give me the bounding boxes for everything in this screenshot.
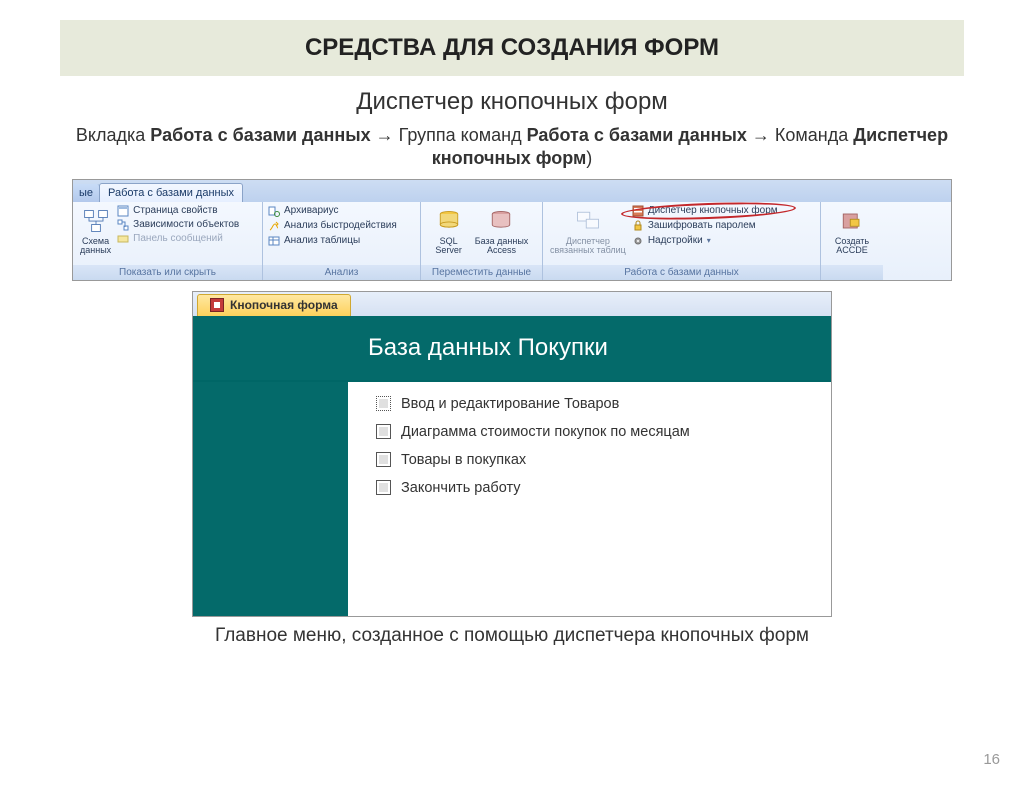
sql-server-icon: [435, 207, 463, 235]
path-text: Вкладка Работа с базами данных → Группа …: [30, 124, 994, 171]
properties-icon: [117, 205, 129, 217]
properties-label: Страница свойств: [133, 205, 217, 216]
path-p1: Вкладка: [76, 125, 150, 145]
access-button[interactable]: База данныхAccess: [473, 205, 531, 258]
form-sidebar: [193, 382, 348, 616]
checkbox-icon: [376, 452, 391, 467]
archivarius-icon: [268, 205, 280, 217]
form-menu: Ввод и редактирование Товаров Диаграмма …: [348, 382, 831, 616]
schema-label: Схемаданных: [80, 237, 111, 256]
ribbon-group-move: SQLServer База данныхAccess Переместить …: [421, 202, 543, 280]
perf-analysis-item[interactable]: Анализ быстродействия: [268, 220, 397, 232]
table-analysis-item[interactable]: Анализ таблицы: [268, 235, 397, 247]
chevron-down-icon: ▾: [707, 236, 711, 245]
access-icon: [487, 207, 515, 235]
form-tab[interactable]: Кнопочная форма: [197, 294, 351, 316]
menu-item-4-label: Закончить работу: [401, 480, 521, 496]
path-p3: → Команда: [747, 125, 853, 145]
group-move-label: Переместить данные: [421, 265, 542, 280]
menu-item-2[interactable]: Диаграмма стоимости покупок по месяцам: [376, 424, 831, 440]
accde-icon: [838, 207, 866, 235]
messages-icon: [117, 233, 129, 245]
path-p4: ): [586, 148, 592, 168]
archivarius-item[interactable]: Архивариус: [268, 205, 397, 217]
menu-item-4[interactable]: Закончить работу: [376, 480, 831, 496]
path-b1: Работа с базами данных: [150, 125, 370, 145]
encrypt-label: Зашифровать паролем: [648, 220, 756, 231]
group-show-label: Показать или скрыть: [73, 265, 262, 280]
menu-item-1[interactable]: Ввод и редактирование Товаров: [376, 396, 831, 412]
form-tab-icon: [210, 298, 224, 312]
accde-button[interactable]: СоздатьACCDE: [833, 205, 871, 258]
schema-icon: [82, 207, 110, 235]
linked-tables-label: Диспетчерсвязанных таблиц: [550, 237, 626, 256]
messages-label: Панель сообщений: [133, 233, 223, 244]
menu-item-1-label: Ввод и редактирование Товаров: [401, 396, 619, 412]
gear-icon: [632, 235, 644, 247]
subtitle: Диспетчер кнопочных форм: [0, 88, 1024, 116]
caption: Главное меню, созданное с помощью диспет…: [0, 625, 1024, 647]
dependencies-item[interactable]: Зависимости объектов: [117, 219, 239, 231]
perf-label: Анализ быстродействия: [284, 220, 397, 231]
perf-icon: [268, 220, 280, 232]
path-p2: → Группа команд: [371, 125, 527, 145]
properties-page-item[interactable]: Страница свойств: [117, 205, 239, 217]
table-analysis-icon: [268, 235, 280, 247]
linked-tables-button[interactable]: Диспетчерсвязанных таблиц: [548, 205, 628, 258]
dependencies-icon: [117, 219, 129, 231]
switchboard-label: Диспетчер кнопочных форм: [648, 205, 778, 216]
group-accde-label: [821, 265, 883, 280]
ribbon-tab-cut[interactable]: ые: [73, 184, 100, 202]
page-number: 16: [983, 751, 1000, 768]
ribbon-group-analysis: Архивариус Анализ быстродействия Анализ …: [263, 202, 421, 280]
checkbox-icon: [376, 424, 391, 439]
checkbox-icon: [376, 396, 391, 411]
slide-title: СРЕДСТВА ДЛЯ СОЗДАНИЯ ФОРМ: [60, 20, 964, 76]
switchboard-form-screenshot: Кнопочная форма База данных Покупки Ввод…: [192, 291, 832, 617]
menu-item-3[interactable]: Товары в покупках: [376, 452, 831, 468]
path-b2: Работа с базами данных: [527, 125, 747, 145]
addins-item[interactable]: Надстройки ▾: [632, 235, 778, 247]
schema-button[interactable]: Схемаданных: [78, 205, 113, 258]
switchboard-icon: [632, 205, 644, 217]
group-analysis-label: Анализ: [263, 265, 420, 280]
messages-panel-item[interactable]: Панель сообщений: [117, 233, 239, 245]
group-work-label: Работа с базами данных: [543, 265, 820, 280]
archivarius-label: Архивариус: [284, 205, 339, 216]
ribbon-group-accde: СоздатьACCDE: [821, 202, 883, 280]
table-analysis-label: Анализ таблицы: [284, 235, 360, 246]
checkbox-icon: [376, 480, 391, 495]
lock-icon: [632, 220, 644, 232]
encrypt-item[interactable]: Зашифровать паролем: [632, 220, 778, 232]
menu-item-2-label: Диаграмма стоимости покупок по месяцам: [401, 424, 690, 440]
accde-label: СоздатьACCDE: [835, 237, 869, 256]
form-titlebar: Кнопочная форма: [193, 292, 831, 316]
addins-label: Надстройки: [648, 235, 703, 246]
form-header: База данных Покупки: [193, 316, 831, 380]
access-label: База данныхAccess: [475, 237, 529, 256]
ribbon-screenshot: ые Работа с базами данных Схемаданных Ст…: [72, 179, 952, 281]
ribbon-tab-active[interactable]: Работа с базами данных: [99, 183, 243, 202]
menu-item-3-label: Товары в покупках: [401, 452, 526, 468]
sql-server-button[interactable]: SQLServer: [433, 205, 465, 258]
ribbon-group-show: Схемаданных Страница свойств Зависимости…: [73, 202, 263, 280]
ribbon-group-work: Диспетчерсвязанных таблиц Диспетчер кноп…: [543, 202, 821, 280]
linked-tables-icon: [574, 207, 602, 235]
switchboard-manager-item[interactable]: Диспетчер кнопочных форм: [632, 205, 778, 217]
form-tab-label: Кнопочная форма: [230, 298, 338, 312]
dependencies-label: Зависимости объектов: [133, 219, 239, 230]
sql-server-label: SQLServer: [435, 237, 462, 256]
